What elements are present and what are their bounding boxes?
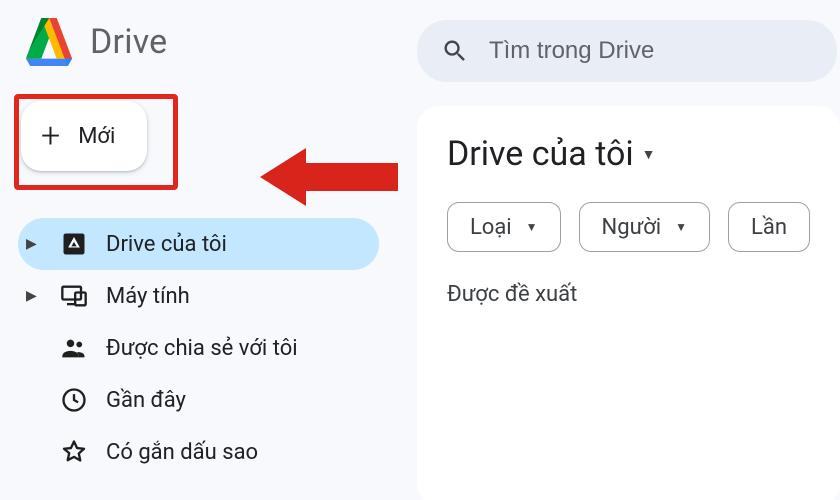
content-panel: Drive của tôi ▼ Loại ▼ Người ▼ Lần Được … <box>417 106 840 500</box>
filter-chip-people[interactable]: Người ▼ <box>579 202 710 252</box>
new-button-highlight: + Mới <box>14 94 178 190</box>
chevron-down-icon: ▼ <box>526 220 538 234</box>
drive-logo-icon <box>22 18 76 66</box>
shared-icon <box>60 334 88 362</box>
sidebar-item-label: Drive của tôi <box>106 232 227 257</box>
sidebar-item-computers[interactable]: ▶ Máy tính <box>18 270 379 322</box>
search-bar[interactable] <box>417 20 837 82</box>
chip-label: Loại <box>470 215 512 240</box>
suggested-label: Được đề xuất <box>447 282 810 307</box>
filter-chip-type[interactable]: Loại ▼ <box>447 202 561 252</box>
search-input[interactable] <box>489 37 819 65</box>
sidebar-item-starred[interactable]: ▶ Có gắn dấu sao <box>18 426 379 478</box>
recent-icon <box>60 386 88 414</box>
my-drive-heading-button[interactable]: Drive của tôi ▼ <box>447 134 810 174</box>
sidebar-item-shared-with-me[interactable]: ▶ Được chia sẻ với tôi <box>18 322 379 374</box>
chevron-down-icon: ▼ <box>675 220 687 234</box>
my-drive-icon <box>60 230 88 258</box>
chip-label: Lần <box>751 215 787 240</box>
search-icon <box>441 37 469 65</box>
new-button[interactable]: + Mới <box>21 101 147 171</box>
sidebar-item-recent[interactable]: ▶ Gần đây <box>18 374 379 426</box>
new-button-label: Mới <box>78 124 115 149</box>
plus-icon: + <box>41 119 60 153</box>
sidebar-item-label: Được chia sẻ với tôi <box>106 336 298 361</box>
sidebar-item-label: Gần đây <box>106 388 186 413</box>
sidebar-item-label: Có gắn dấu sao <box>106 440 258 465</box>
app-name: Drive <box>90 22 167 62</box>
filter-chip-modified[interactable]: Lần <box>728 202 810 252</box>
computers-icon <box>60 282 88 310</box>
star-icon <box>60 438 88 466</box>
sidebar-item-my-drive[interactable]: ▶ Drive của tôi <box>18 218 379 270</box>
sidebar-item-label: Máy tính <box>106 284 190 309</box>
page-title: Drive của tôi <box>447 134 634 174</box>
logo-lockup[interactable]: Drive <box>18 18 379 66</box>
chevron-right-icon: ▶ <box>26 288 42 304</box>
chip-label: Người <box>602 215 662 240</box>
chevron-right-icon: ▶ <box>26 236 42 252</box>
chevron-down-icon: ▼ <box>642 146 656 163</box>
